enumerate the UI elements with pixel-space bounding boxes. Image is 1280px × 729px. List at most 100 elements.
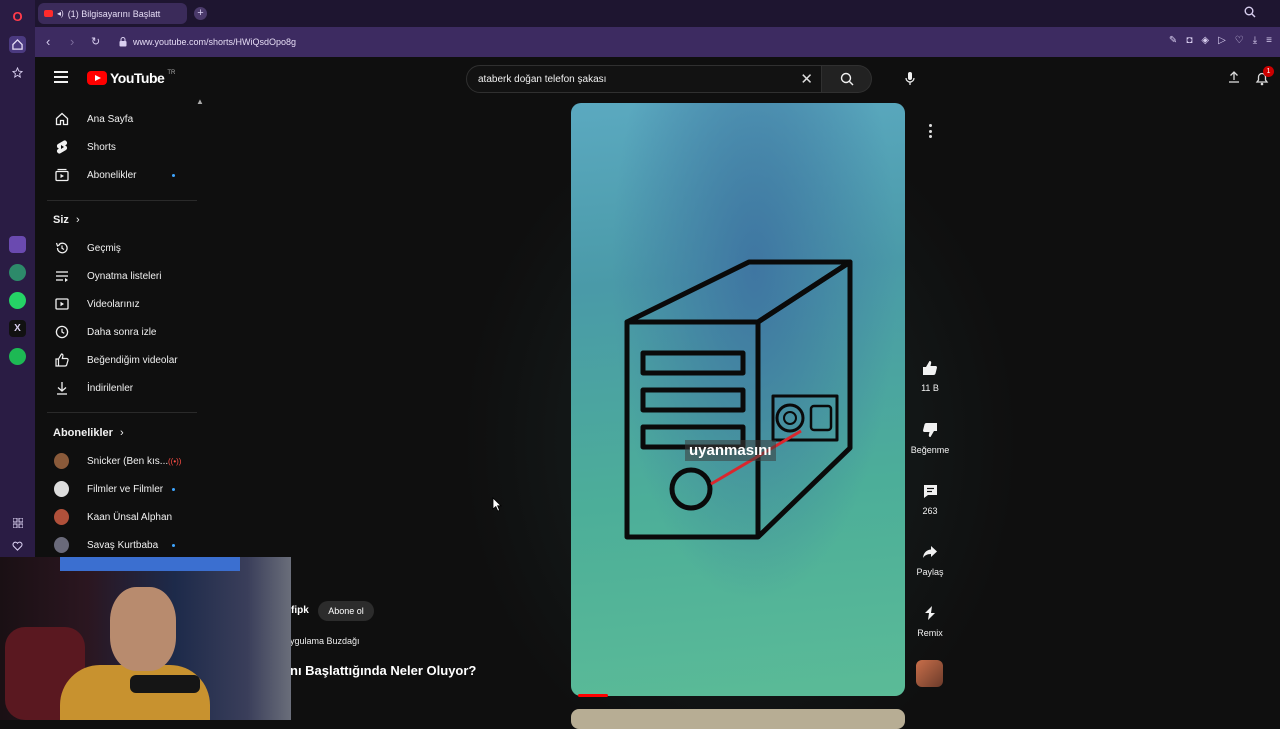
sidebar-item-shorts[interactable]: Shorts xyxy=(35,133,205,161)
rgb-light-strip xyxy=(60,557,240,571)
mouse-cursor-icon xyxy=(492,497,502,512)
subscribe-button[interactable]: Abone ol xyxy=(318,601,374,621)
messenger-icon[interactable] xyxy=(9,264,26,281)
share-arrow-icon xyxy=(923,546,937,558)
back-icon[interactable]: ‹ xyxy=(46,34,50,49)
sidebar-item-label: Geçmiş xyxy=(87,242,121,254)
dislike-button[interactable]: Beğenme xyxy=(900,420,960,455)
heart-outline-icon[interactable]: ♡ xyxy=(1235,35,1244,46)
create-upload-icon[interactable] xyxy=(1228,71,1240,86)
sidebar-divider xyxy=(47,412,197,413)
channel-avatar xyxy=(54,481,69,497)
sound-remix-thumbnail[interactable] xyxy=(916,660,943,687)
sidebar-item-subscriptions[interactable]: Abonelikler xyxy=(35,161,205,189)
comments-button[interactable]: 263 xyxy=(900,481,960,516)
download-icon[interactable]: ⤓ xyxy=(1253,35,1257,46)
youtube-sidebar: ▲ Ana Sayfa Shorts Abonelikler Siz › Geç… xyxy=(35,97,205,559)
new-content-dot xyxy=(172,543,175,547)
search-input[interactable]: ataberk doğan telefon şakası ✕ xyxy=(466,65,822,93)
comment-count: 263 xyxy=(922,506,938,516)
sidebar-divider xyxy=(47,200,197,201)
remix-button[interactable]: Remix xyxy=(900,603,960,638)
sidebar-item-home[interactable]: Ana Sayfa xyxy=(35,105,205,133)
sidebar-item-history[interactable]: Geçmiş xyxy=(35,234,205,262)
menu-icon[interactable]: ≡ xyxy=(1266,35,1272,46)
short-title: nı Başlattığında Neler Oluyor? xyxy=(290,663,477,678)
aria-icon[interactable] xyxy=(9,236,26,253)
opera-logo-icon[interactable]: O xyxy=(9,8,26,25)
forward-icon[interactable]: › xyxy=(70,34,74,49)
thumbs-up-icon xyxy=(923,361,937,375)
sidebar-item-label: Videolarınız xyxy=(87,298,140,310)
history-icon xyxy=(54,241,69,256)
sidebar-item-label: Ana Sayfa xyxy=(87,113,134,125)
remix-icon xyxy=(925,606,935,620)
speed-dial-icon[interactable] xyxy=(9,36,26,53)
like-button[interactable]: 11 B xyxy=(900,358,960,393)
sidebar-item-your-videos[interactable]: Videolarınız xyxy=(35,290,205,318)
watch-later-icon xyxy=(54,325,69,340)
webcam-overlay xyxy=(0,557,291,720)
new-tab-button[interactable]: + xyxy=(194,7,207,20)
youtube-logo[interactable]: YouTube TR xyxy=(87,70,175,86)
search-button[interactable] xyxy=(822,65,872,93)
downloads-icon xyxy=(54,381,69,396)
sidebar-item-liked-videos[interactable]: Beğendiğim videolar xyxy=(35,346,205,374)
your-videos-icon xyxy=(54,297,69,312)
heart-icon[interactable] xyxy=(9,537,26,554)
next-short-preview[interactable] xyxy=(571,709,905,729)
streamer-head xyxy=(110,587,176,671)
clear-search-icon[interactable]: ✕ xyxy=(800,70,813,88)
tab-title: (1) Bilgisayarını Başlatt xyxy=(67,8,161,19)
music-track-label[interactable]: ygulama Buzdağı xyxy=(290,636,360,646)
new-content-dot xyxy=(172,487,175,491)
workspaces-icon[interactable] xyxy=(9,514,26,531)
sidebar-you-header[interactable]: Siz › xyxy=(53,214,80,226)
reload-icon[interactable]: ↻ xyxy=(91,35,100,48)
bookmarks-icon[interactable] xyxy=(9,64,26,81)
subscriptions-header-label: Abonelikler xyxy=(53,427,113,439)
country-code: TR xyxy=(167,70,176,76)
channel-label: Savaş Kurtbaba xyxy=(87,539,159,551)
sidebar-channel-item[interactable]: Savaş Kurtbaba xyxy=(35,531,205,559)
notifications-bell-icon[interactable]: 1 xyxy=(1254,66,1274,86)
voice-search-button[interactable] xyxy=(900,69,920,89)
like-count: 11 B xyxy=(921,383,939,393)
sidebar-item-downloads[interactable]: İndirilenler xyxy=(35,374,205,402)
home-icon xyxy=(54,112,69,127)
camera-icon[interactable]: ◘ xyxy=(1186,35,1192,46)
tab-search-icon[interactable] xyxy=(1244,6,1258,20)
sidebar-channel-item[interactable]: Filmler ve Filmler xyxy=(35,475,205,503)
edit-icon[interactable]: ✎ xyxy=(1169,35,1177,46)
remix-label: Remix xyxy=(917,628,943,638)
channel-avatar xyxy=(54,537,69,553)
hamburger-menu-icon[interactable] xyxy=(54,71,68,83)
address-input[interactable]: www.youtube.com/shorts/HWiQsdOpo8g xyxy=(119,33,296,51)
notification-badge: 1 xyxy=(1263,66,1274,77)
speaker-icon[interactable]: ◂) xyxy=(57,9,64,18)
shorts-video-player[interactable] xyxy=(571,103,905,696)
x-twitter-icon[interactable]: X xyxy=(9,320,26,337)
sidebar-item-watch-later[interactable]: Daha sonra izle xyxy=(35,318,205,346)
sidebar-channel-item[interactable]: Kaan Ünsal Alphan xyxy=(35,503,205,531)
browser-tab-active[interactable]: ◂) (1) Bilgisayarını Başlatt xyxy=(38,3,187,24)
playlists-icon xyxy=(54,269,69,284)
sidebar-subscriptions-header[interactable]: Abonelikler › xyxy=(53,427,124,439)
more-options-icon[interactable] xyxy=(927,124,933,138)
whatsapp-icon[interactable] xyxy=(9,292,26,309)
thumbs-down-icon xyxy=(923,423,937,437)
spotify-icon[interactable] xyxy=(9,348,26,365)
comment-icon xyxy=(923,484,937,498)
search-icon xyxy=(840,72,853,86)
sidebar-item-label: Daha sonra izle xyxy=(87,326,157,338)
video-progress-bar[interactable] xyxy=(578,694,608,697)
sidebar-item-playlists[interactable]: Oynatma listeleri xyxy=(35,262,205,290)
play-icon[interactable]: ▷ xyxy=(1218,35,1226,46)
channel-avatar xyxy=(54,509,69,525)
share-button[interactable]: Paylaş xyxy=(900,542,960,577)
sidebar-channel-item[interactable]: Snicker (Ben kıs... ((•)) xyxy=(35,447,205,475)
channel-name[interactable]: fipk xyxy=(291,605,309,616)
youtube-masthead: YouTube TR ataberk doğan telefon şakası … xyxy=(35,57,1280,101)
shield-icon[interactable]: ◈ xyxy=(1201,35,1209,46)
sidebar-item-label: Oynatma listeleri xyxy=(87,270,162,282)
